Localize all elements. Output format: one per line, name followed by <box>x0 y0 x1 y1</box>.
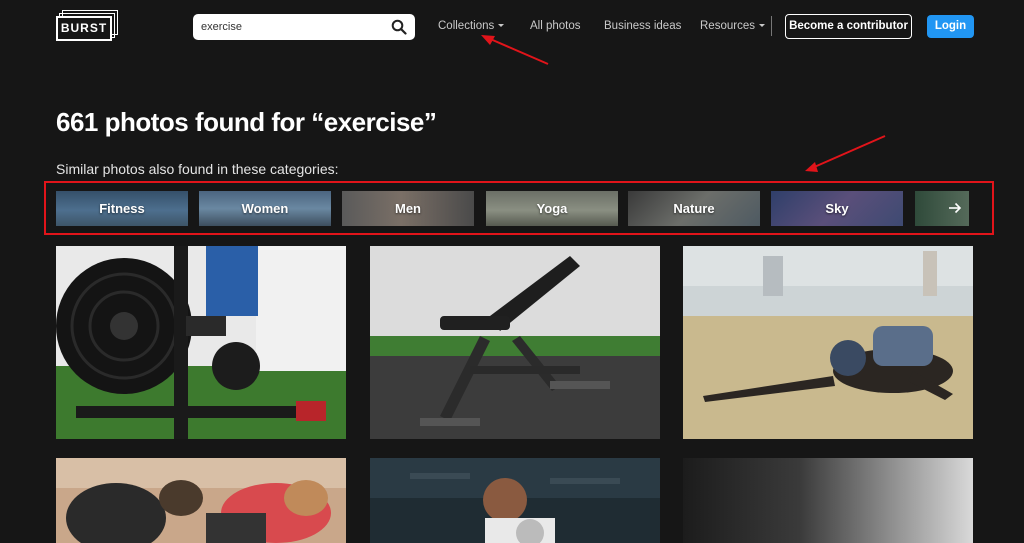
category-men-label: Men <box>395 201 421 216</box>
photo-group-stretch-image <box>56 458 346 543</box>
nav-collections-label: Collections <box>438 20 495 32</box>
nav-divider <box>771 16 772 36</box>
photo-weight-bench-image <box>370 246 660 439</box>
search-icon[interactable] <box>391 19 407 35</box>
category-men[interactable]: Men <box>342 191 474 226</box>
nav-all-photos[interactable]: All photos <box>530 20 581 32</box>
nav-resources-label: Resources <box>700 20 755 32</box>
photo-dark-gradient-image <box>683 458 973 543</box>
categories-subheading: Similar photos also found in these categ… <box>56 161 339 177</box>
photo-air-bike[interactable] <box>56 246 346 439</box>
nav-collections[interactable]: Collections <box>438 20 505 32</box>
search-bar[interactable] <box>193 14 415 40</box>
become-contributor-button[interactable]: Become a contributor <box>785 14 912 39</box>
arrow-right-icon <box>949 202 962 214</box>
login-button[interactable]: Login <box>927 15 974 38</box>
category-yoga-label: Yoga <box>536 201 568 216</box>
caret-down-icon <box>758 24 765 28</box>
photo-air-bike-image <box>56 246 346 439</box>
burst-logo[interactable]: BURST <box>56 10 118 42</box>
category-fitness-label: Fitness <box>99 201 145 216</box>
search-input[interactable] <box>201 17 386 37</box>
category-women[interactable]: Women <box>199 191 331 226</box>
nav-business-ideas-label: Business ideas <box>604 20 682 32</box>
category-yoga[interactable]: Yoga <box>486 191 618 226</box>
photo-group-stretch[interactable] <box>56 458 346 543</box>
category-fitness[interactable]: Fitness <box>56 191 188 226</box>
photo-beach-stretch[interactable] <box>683 246 973 439</box>
photo-man-training-image <box>370 458 660 543</box>
nav-resources[interactable]: Resources <box>700 20 765 32</box>
category-nature-label: Nature <box>673 201 715 216</box>
category-sky[interactable]: Sky <box>771 191 903 226</box>
caret-down-icon <box>498 24 505 28</box>
photo-beach-stretch-image <box>683 246 973 439</box>
arrow-to-collections <box>481 35 549 65</box>
nav-all-photos-label: All photos <box>530 20 581 32</box>
logo-text: BURST <box>60 21 108 35</box>
category-women-label: Women <box>241 201 289 216</box>
photo-weight-bench[interactable] <box>370 246 660 439</box>
category-sky-label: Sky <box>825 201 849 216</box>
photo-man-training[interactable] <box>370 458 660 543</box>
arrow-to-categories <box>805 135 886 172</box>
categories-next-button[interactable] <box>915 191 969 226</box>
results-heading: 661 photos found for “exercise” <box>56 107 437 137</box>
photo-dark-gradient[interactable] <box>683 458 973 543</box>
nav-business-ideas[interactable]: Business ideas <box>604 20 681 32</box>
category-nature[interactable]: Nature <box>628 191 760 226</box>
